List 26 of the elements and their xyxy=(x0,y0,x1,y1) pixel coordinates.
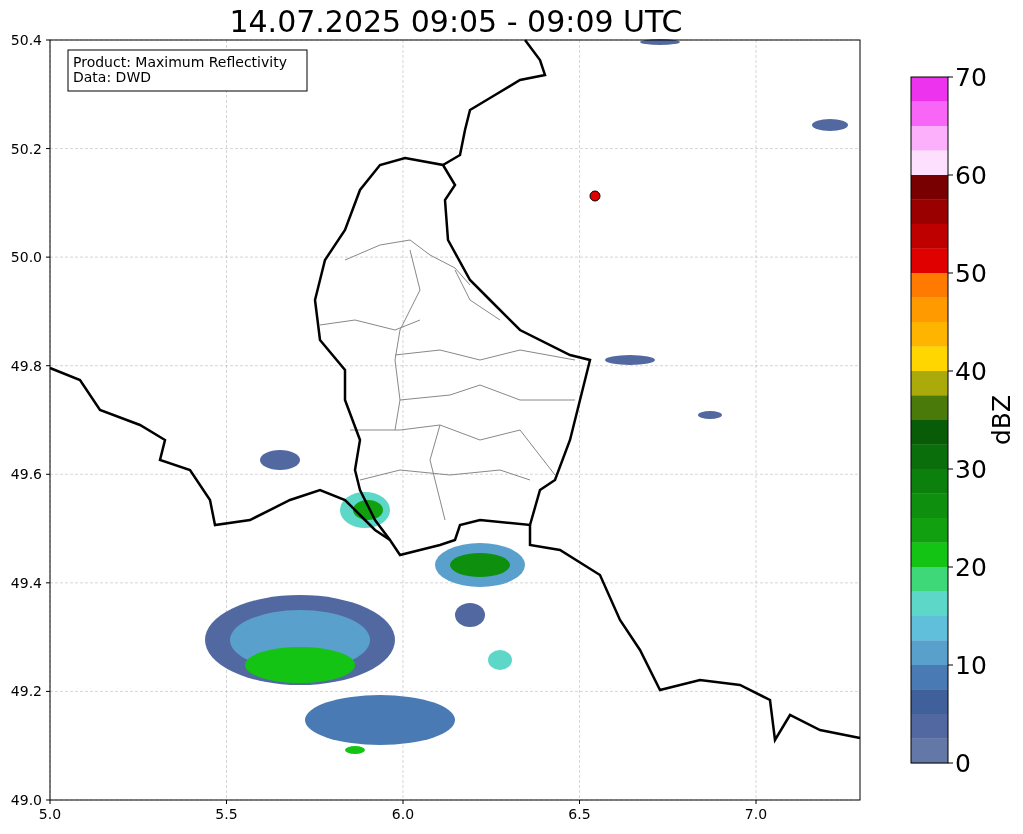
axis-tick-label: 49.0 xyxy=(10,792,42,808)
axis-tick-label: 50.0 xyxy=(10,249,42,266)
axis-tick-label: 5.5 xyxy=(215,806,238,822)
colorbar-tick-label: 10 xyxy=(955,651,987,680)
colorbar-tick-label: 20 xyxy=(955,553,987,582)
axis-tick-label: 7.0 xyxy=(744,806,768,822)
axis-tick-label: 50.2 xyxy=(10,140,42,157)
axis-tick-label: 49.6 xyxy=(10,466,42,483)
axis-tick-label: 50.4 xyxy=(10,32,42,48)
axis-tick-label: 49.2 xyxy=(10,683,42,700)
axis-tick-label: 5.0 xyxy=(38,806,62,822)
axis-tick-label: 6.5 xyxy=(568,806,591,822)
axis-tick-label: 49.8 xyxy=(10,357,42,374)
colorbar-tick-label: 50 xyxy=(955,259,987,288)
colorbar-tick-label: 70 xyxy=(955,63,987,92)
colorbar-tick-label: 0 xyxy=(955,749,971,778)
colorbar-tick-label: 30 xyxy=(955,455,987,484)
colorbar-label: dBZ xyxy=(987,394,1016,446)
info-text: Product: Maximum Reflectivity xyxy=(73,54,287,70)
axis-tick-label: 6.0 xyxy=(391,806,415,822)
colorbar-tick-label: 40 xyxy=(955,357,987,386)
info-text: Data: DWD xyxy=(73,69,151,85)
colorbar-tick-label: 60 xyxy=(955,161,987,190)
axis-tick-label: 49.4 xyxy=(10,574,42,591)
location-marker xyxy=(589,190,601,202)
chart-title: 14.07.2025 09:05 - 09:09 UTC xyxy=(229,4,683,39)
